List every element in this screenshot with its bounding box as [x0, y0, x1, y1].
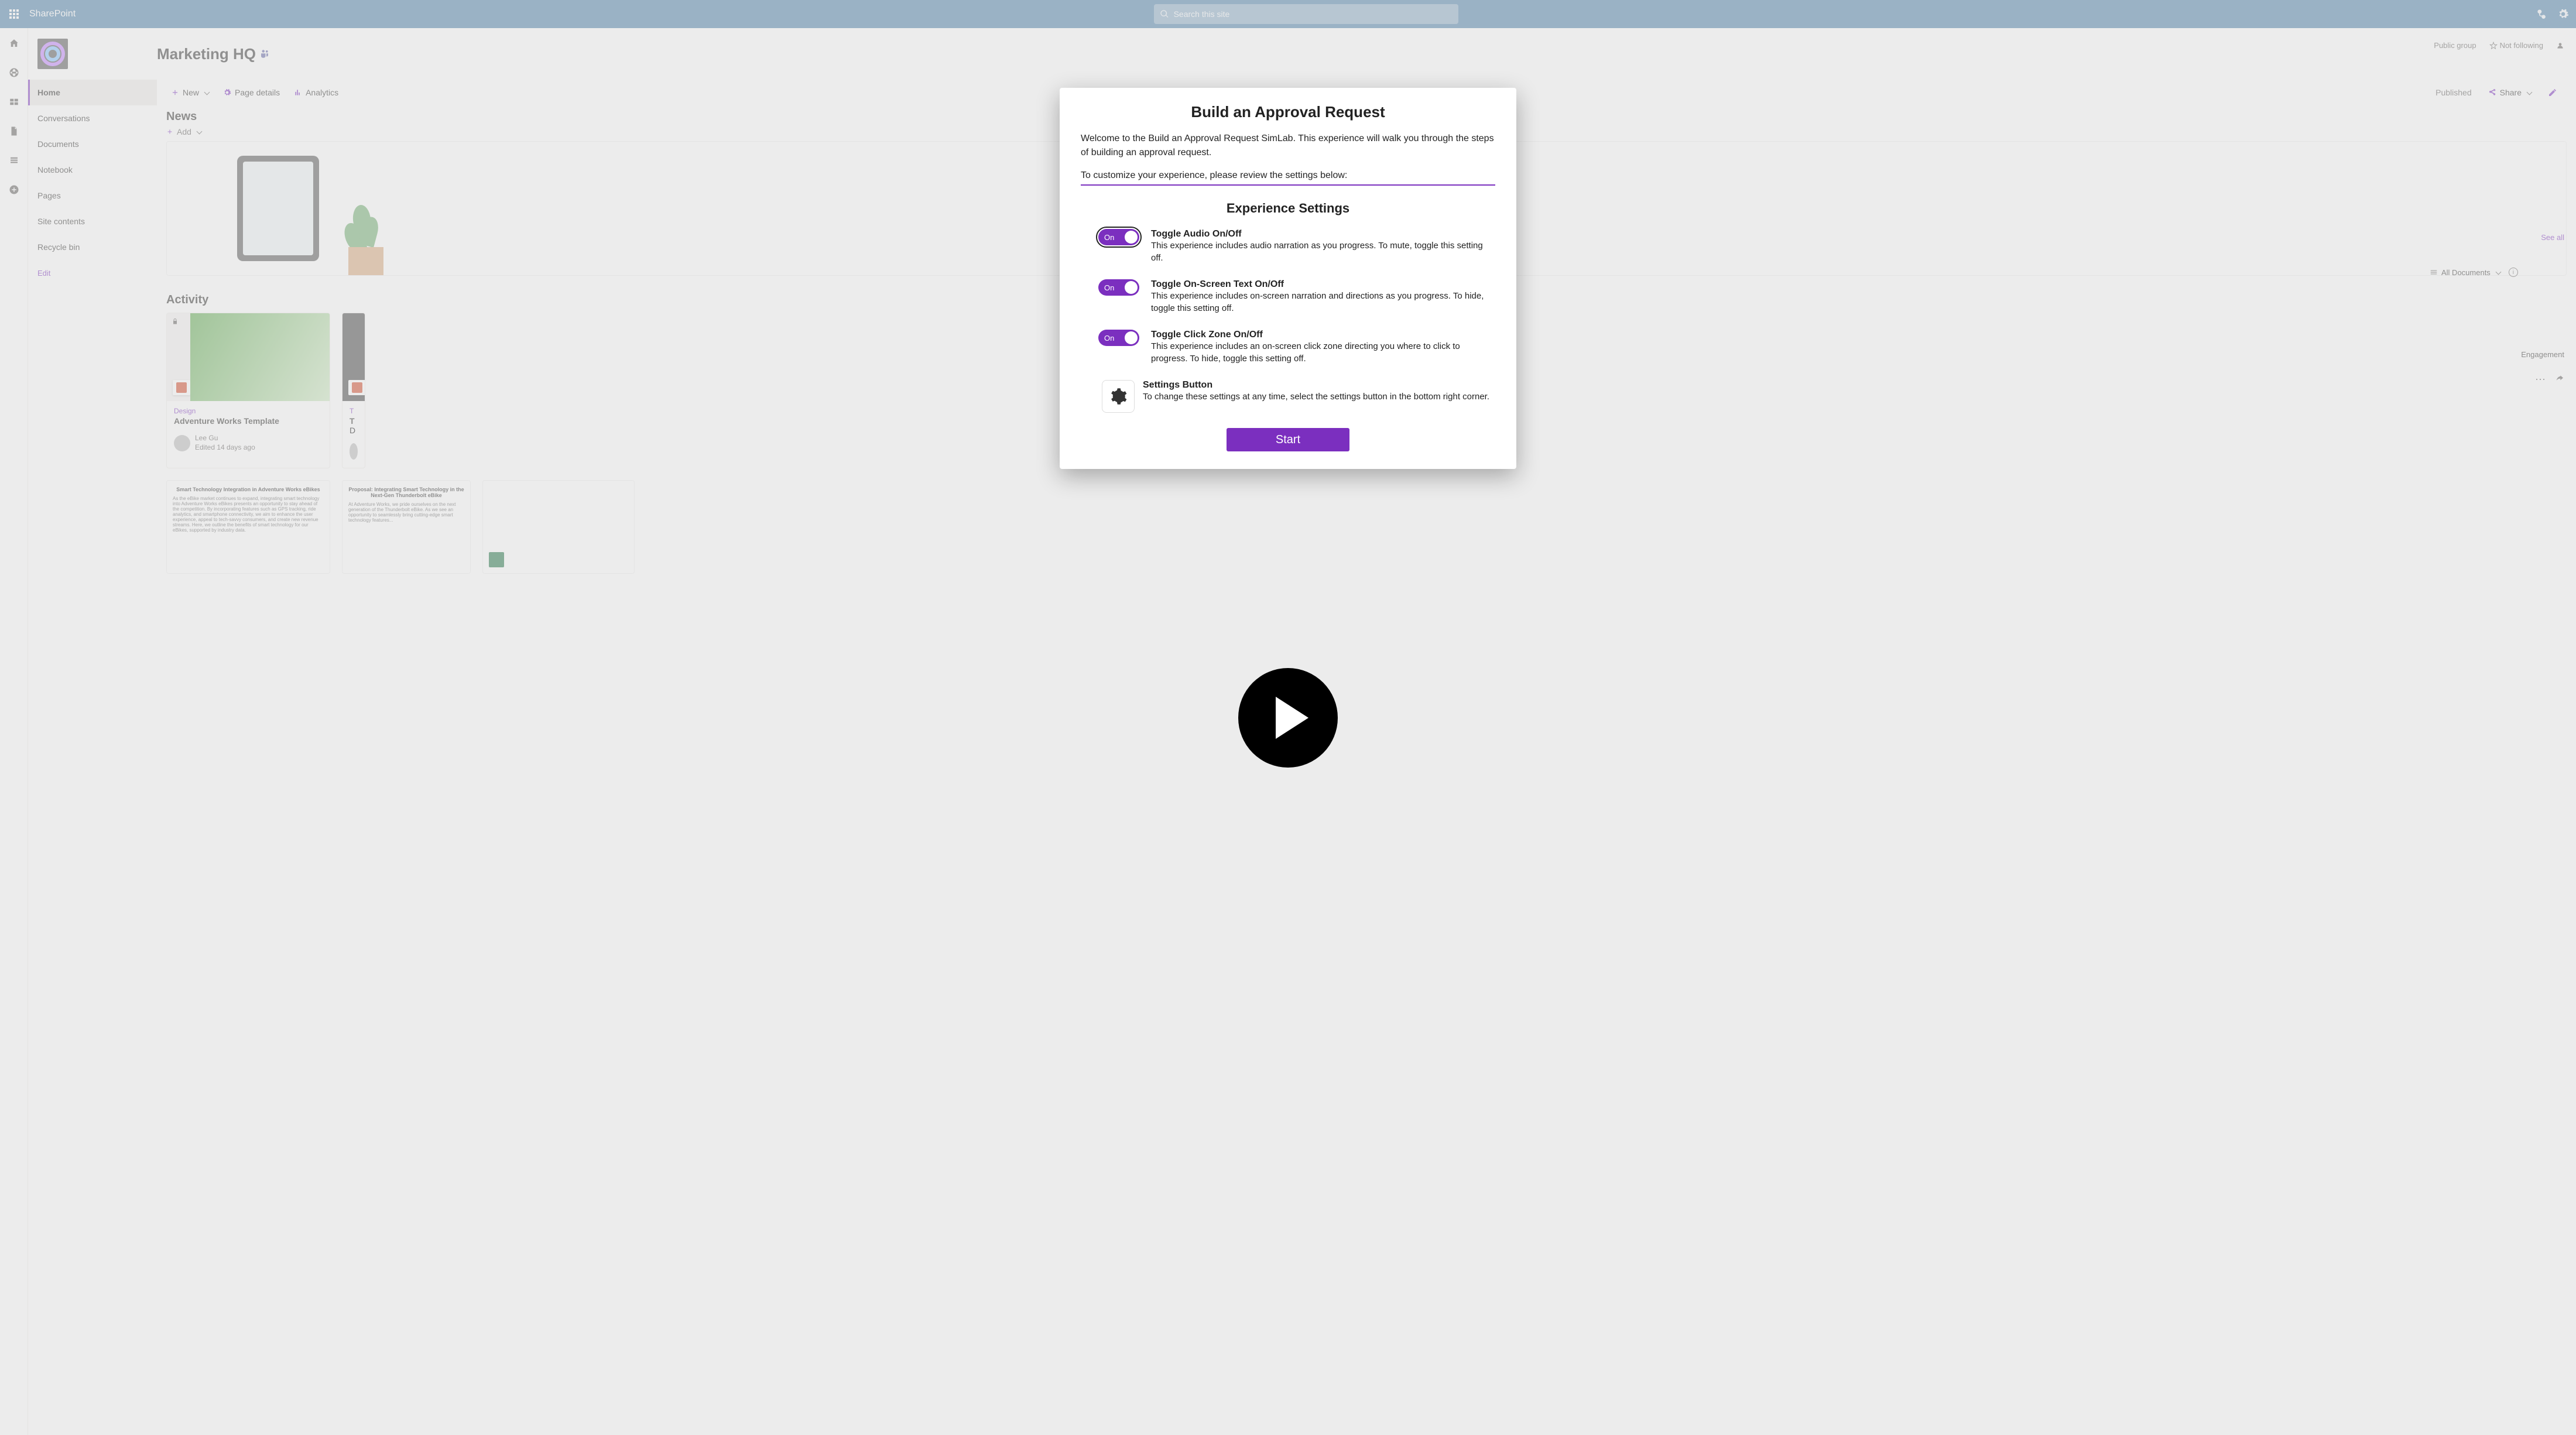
setting-audio: On Toggle Audio On/Off This experience i…: [1081, 229, 1495, 264]
start-button[interactable]: Start: [1227, 428, 1349, 451]
setting-desc: This experience includes audio narration…: [1151, 239, 1495, 264]
setting-clickzone: On Toggle Click Zone On/Off This experie…: [1081, 330, 1495, 365]
toggle-knob: [1125, 281, 1138, 294]
play-icon: [1276, 697, 1308, 739]
toggle-knob: [1125, 331, 1138, 344]
setting-title: Toggle Click Zone On/Off: [1151, 330, 1495, 340]
toggle-state-label: On: [1104, 283, 1114, 292]
setting-text: Settings Button To change these settings…: [1143, 380, 1489, 403]
toggle-state-label: On: [1104, 233, 1114, 242]
play-video-button[interactable]: [1238, 668, 1338, 768]
setting-desc: This experience includes an on-screen cl…: [1151, 340, 1495, 365]
setting-title: Toggle On-Screen Text On/Off: [1151, 279, 1495, 290]
setting-desc: This experience includes on-screen narra…: [1151, 290, 1495, 314]
setting-onscreen: On Toggle On-Screen Text On/Off This exp…: [1081, 279, 1495, 314]
modal-title: Build an Approval Request: [1081, 103, 1495, 121]
modal-customize: To customize your experience, please rev…: [1081, 170, 1495, 181]
experience-settings-heading: Experience Settings: [1081, 201, 1495, 216]
toggle-audio[interactable]: On: [1098, 229, 1139, 245]
toggle-click-zone[interactable]: On: [1098, 330, 1139, 346]
toggle-onscreen-text[interactable]: On: [1098, 279, 1139, 296]
setting-desc: To change these settings at any time, se…: [1143, 391, 1489, 403]
setting-text: Toggle Click Zone On/Off This experience…: [1151, 330, 1495, 365]
settings-button-preview: [1102, 380, 1135, 413]
toggle-state-label: On: [1104, 334, 1114, 343]
accent-divider: [1081, 184, 1495, 186]
setting-title: Settings Button: [1143, 380, 1489, 391]
setting-text: Toggle Audio On/Off This experience incl…: [1151, 229, 1495, 264]
setting-settingsbtn: Settings Button To change these settings…: [1081, 380, 1495, 413]
modal-intro: Welcome to the Build an Approval Request…: [1081, 132, 1495, 160]
toggle-knob: [1125, 231, 1138, 244]
setting-title: Toggle Audio On/Off: [1151, 229, 1495, 239]
gear-icon: [1109, 388, 1127, 405]
setting-text: Toggle On-Screen Text On/Off This experi…: [1151, 279, 1495, 314]
simlab-modal: Build an Approval Request Welcome to the…: [1060, 88, 1516, 469]
